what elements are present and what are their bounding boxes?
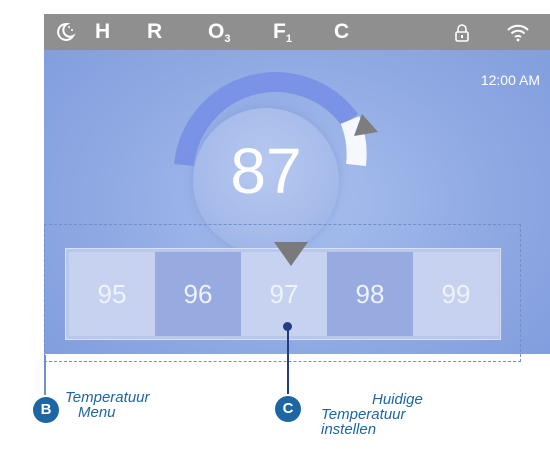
gauge-arc-inactive: [340, 116, 367, 167]
callout-c-line2: Temperatuur: [321, 406, 406, 423]
callout-c-line3: instellen: [321, 421, 377, 438]
callout-c-line1: Huidige: [372, 391, 423, 408]
current-temperature: 87: [230, 135, 302, 207]
callout-b-line: [44, 355, 46, 395]
callout-c-badge: C: [275, 396, 301, 422]
callout-b-line2: Menu: [78, 404, 116, 421]
callout-c-dot: [283, 322, 292, 331]
callout-b-line1: Temperatuur: [65, 389, 150, 406]
callout-b-badge: B: [33, 397, 59, 423]
callout-b-frame: [44, 224, 521, 362]
callout-c-line: [287, 326, 289, 394]
